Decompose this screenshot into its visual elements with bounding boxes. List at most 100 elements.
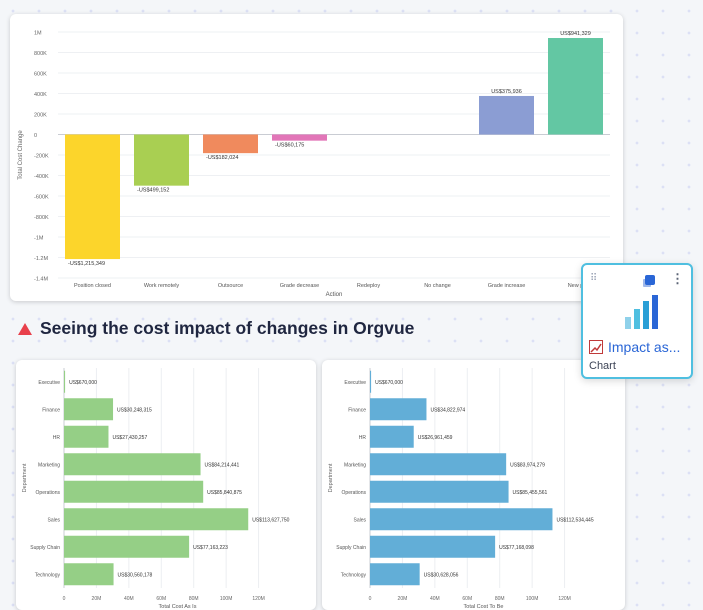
x-tick-label: 0 <box>63 596 66 602</box>
headline: Seeing the cost impact of changes in Org… <box>18 318 414 339</box>
data-label: US$27,430,257 <box>112 435 147 441</box>
bar <box>370 425 414 448</box>
drag-handle-icon[interactable]: ⠿ <box>590 273 597 284</box>
bar <box>370 508 553 531</box>
data-label: US$77,163,223 <box>193 545 228 551</box>
data-label: -US$1,215,349 <box>68 261 105 267</box>
y-tick-label: Supply Chain <box>30 545 60 551</box>
data-label: US$670,000 <box>69 380 97 386</box>
bar <box>64 480 204 503</box>
y-tick-label: 200K <box>34 113 47 119</box>
x-axis-title: Action <box>326 292 343 298</box>
bar <box>64 508 249 531</box>
bar <box>64 370 66 393</box>
y-tick-label: Operations <box>342 490 367 496</box>
x-tick-label: 60M <box>462 596 472 602</box>
data-label: US$670,000 <box>375 380 403 386</box>
data-label: -US$182,024 <box>206 155 238 161</box>
data-label: US$85,840,875 <box>207 490 242 496</box>
y-tick-label: 0 <box>34 133 37 139</box>
data-label: US$84,214,441 <box>205 462 240 468</box>
y-tick-label: -1.2M <box>34 256 48 262</box>
bar <box>370 370 372 393</box>
data-label: -US$499,152 <box>137 188 169 194</box>
bar <box>479 95 534 135</box>
bar <box>64 535 190 558</box>
data-label: US$941,329 <box>560 31 591 37</box>
bar <box>370 563 420 586</box>
y-tick-label: 400K <box>34 92 47 98</box>
y-tick-label: -1.4M <box>34 277 48 283</box>
x-tick-label: 60M <box>156 596 166 602</box>
x-tick-label: Position closed <box>74 283 111 289</box>
x-tick-label: 120M <box>558 596 571 602</box>
cost-to-be-chart-card: 0 20M 40M 60M 80M 100M 120M Total Cost To Be Dep… <box>322 360 625 610</box>
x-tick-label: 40M <box>430 596 440 602</box>
y-tick-label: -200K <box>34 154 49 160</box>
y-tick-label: Marketing <box>344 462 366 468</box>
data-label: US$30,248,315 <box>117 407 152 413</box>
data-label: -US$60,175 <box>275 143 304 149</box>
x-axis-title: Total Cost To Be <box>464 604 504 610</box>
waterfall-chart: 1M 800K 600K 400K 200K 0 -200K -400K -600K -800K -… <box>18 31 610 298</box>
x-tick-label: 20M <box>92 596 102 602</box>
x-tick-label: 80M <box>495 596 505 602</box>
cost-to-be-chart: 0 20M 40M 60M 80M 100M 120M Total Cost To Be Dep… <box>328 368 594 610</box>
data-label: US$26,961,459 <box>418 435 453 441</box>
x-tick-label: Grade decrease <box>280 283 319 289</box>
widget-subtitle: Chart <box>589 360 616 372</box>
data-label: US$34,822,974 <box>430 407 465 413</box>
y-axis-title: Department <box>328 463 334 492</box>
y-tick-label: Operations <box>36 490 61 496</box>
data-label: US$77,168,098 <box>499 545 534 551</box>
y-tick-label: -400K <box>34 174 49 180</box>
y-tick-label: Technology <box>35 572 61 578</box>
triangle-icon <box>18 322 32 335</box>
x-tick-label: 0 <box>369 596 372 602</box>
y-tick-label: Finance <box>42 407 60 413</box>
y-tick-label: Executive <box>344 380 366 386</box>
widget-title-row[interactable]: Impact as... <box>589 339 680 355</box>
x-tick-label: Grade increase <box>488 283 526 289</box>
headline-text: Seeing the cost impact of changes in Org… <box>40 318 415 338</box>
chart-widget[interactable]: ⠿ ⋮ Impact as... Chart <box>581 263 693 379</box>
duplicate-icon[interactable] <box>645 275 655 285</box>
y-tick-label: -1M <box>34 236 44 242</box>
y-axis-title: Department <box>22 463 28 492</box>
y-tick-label: 800K <box>34 51 47 57</box>
bar <box>64 425 109 448</box>
x-tick-label: Redeploy <box>357 283 380 289</box>
data-label: US$112,534,445 <box>556 517 593 523</box>
x-tick-label: 100M <box>220 596 233 602</box>
bar <box>65 134 120 260</box>
x-tick-label: 20M <box>398 596 408 602</box>
more-options-icon[interactable]: ⋮ <box>671 271 684 287</box>
y-tick-label: -800K <box>34 215 49 221</box>
y-tick-label: 600K <box>34 72 47 78</box>
y-tick-label: Technology <box>341 572 367 578</box>
data-label: US$30,628,056 <box>424 572 459 578</box>
y-axis-title: Total Cost Change <box>18 130 24 180</box>
data-label: US$83,974,279 <box>510 462 545 468</box>
x-tick-label: 40M <box>124 596 134 602</box>
y-tick-label: Sales <box>353 517 366 523</box>
x-tick-label: 80M <box>189 596 199 602</box>
y-tick-label: Sales <box>47 517 60 523</box>
x-axis-title: Total Cost As Is <box>159 604 197 610</box>
y-tick-label: Supply Chain <box>336 545 366 551</box>
x-tick-label: Work remotely <box>144 283 180 289</box>
x-tick-label: 120M <box>252 596 265 602</box>
bar <box>134 134 189 186</box>
bar <box>64 563 114 586</box>
bar <box>272 134 327 141</box>
bar-chart-icon <box>625 295 658 329</box>
cost-as-is-chart: 0 20M 40M 60M 80M 100M 120M Total Cost As Is Dep… <box>22 368 290 610</box>
y-tick-label: -600K <box>34 195 49 201</box>
data-label: US$30,560,178 <box>118 572 153 578</box>
cost-as-is-chart-card: 0 20M 40M 60M 80M 100M 120M Total Cost As Is Dep… <box>16 360 316 610</box>
bar <box>370 453 507 476</box>
x-tick-label: Outsource <box>218 283 243 289</box>
waterfall-chart-card: 1M 800K 600K 400K 200K 0 -200K -400K -600K -800K -… <box>10 14 623 301</box>
widget-title: Impact as... <box>608 339 681 355</box>
y-tick-label: 1M <box>34 31 42 37</box>
